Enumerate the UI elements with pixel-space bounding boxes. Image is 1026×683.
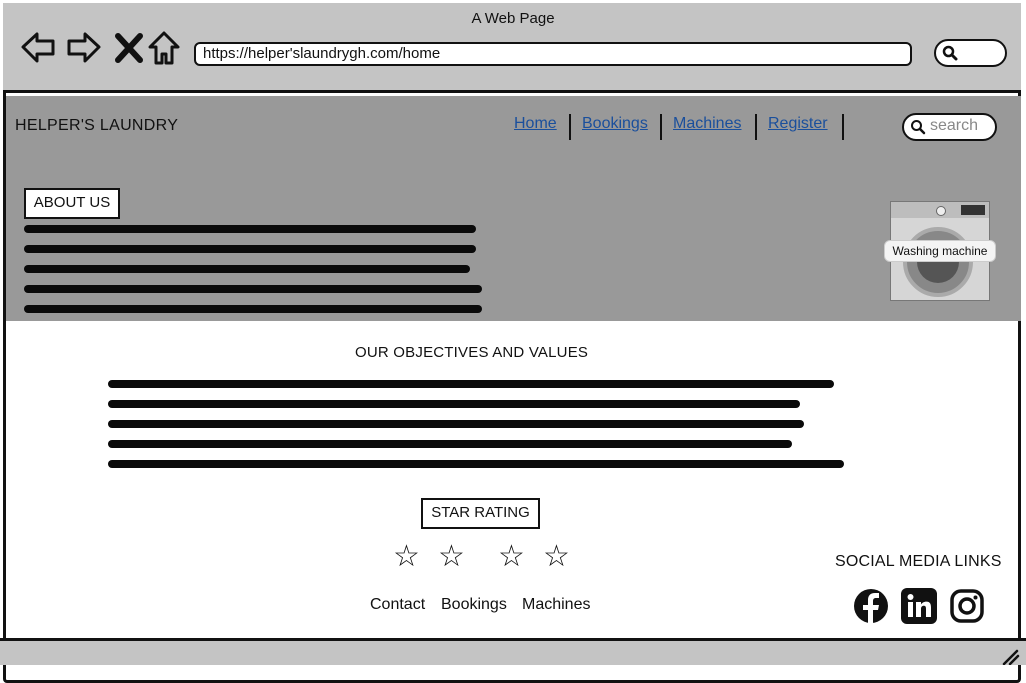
nav-divider (842, 114, 844, 140)
search-icon (942, 45, 958, 61)
star-3-icon[interactable]: ☆ (498, 540, 525, 574)
nav-bookings[interactable]: Bookings (582, 115, 648, 133)
facebook-icon[interactable] (853, 588, 889, 624)
star-1-icon[interactable]: ☆ (393, 540, 420, 574)
instagram-icon[interactable] (949, 588, 985, 624)
forward-arrow-icon[interactable] (66, 30, 102, 66)
window-title: A Web Page (471, 10, 555, 27)
star-4-icon[interactable]: ☆ (543, 540, 570, 574)
linkedin-icon[interactable] (901, 588, 937, 624)
search-placeholder: search (930, 117, 979, 134)
site-brand: HELPER'S LAUNDRY (15, 117, 179, 134)
about-us-heading: ABOUT US (24, 188, 120, 219)
back-arrow-icon[interactable] (20, 30, 56, 66)
social-media-title: SOCIAL MEDIA LINKS (835, 553, 1002, 570)
nav-home[interactable]: Home (514, 115, 557, 133)
address-bar[interactable]: https://helper'slaundrygh.com/home (194, 42, 912, 66)
footer-link-bookings[interactable]: Bookings (441, 596, 507, 614)
footer-link-contact[interactable]: Contact (370, 596, 425, 614)
nav-divider (660, 114, 662, 140)
image-caption: Washing machine (884, 240, 996, 262)
close-icon[interactable] (112, 30, 148, 66)
home-icon[interactable] (146, 30, 182, 66)
star-rating-heading: STAR RATING (421, 498, 540, 529)
objectives-title: OUR OBJECTIVES AND VALUES (355, 344, 589, 361)
site-search-input[interactable]: search (902, 113, 997, 141)
resize-handle-icon[interactable] (1000, 649, 1020, 665)
nav-divider (755, 114, 757, 140)
browser-search-field[interactable] (934, 39, 1007, 67)
search-icon (911, 120, 926, 135)
nav-register[interactable]: Register (768, 115, 828, 133)
star-2-icon[interactable]: ☆ (438, 540, 465, 574)
nav-machines[interactable]: Machines (673, 115, 741, 133)
browser-status-bar (0, 638, 1026, 665)
nav-divider (569, 114, 571, 140)
footer-link-machines[interactable]: Machines (522, 596, 590, 614)
